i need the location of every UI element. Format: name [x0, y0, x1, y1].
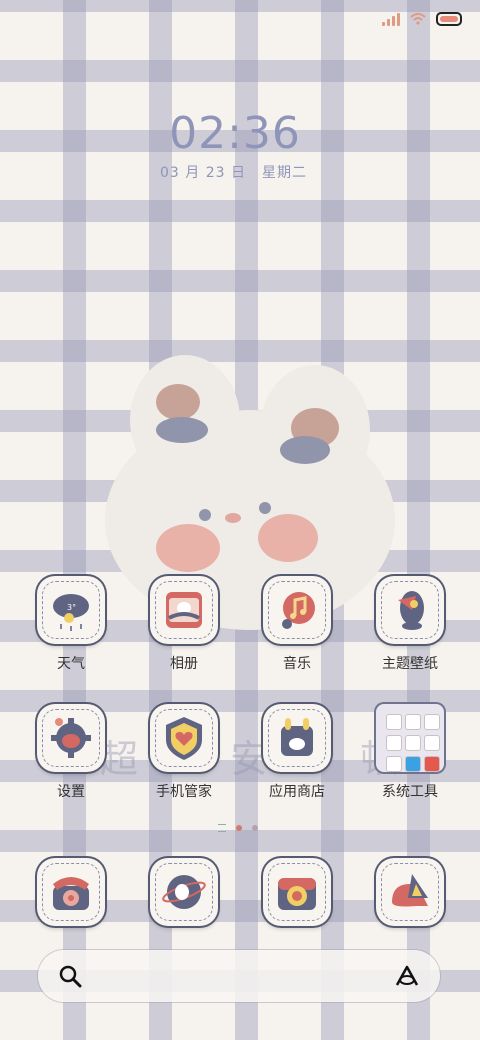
search-bar[interactable]	[38, 950, 440, 1002]
menu-lines-icon[interactable]	[218, 824, 226, 832]
appstore-icon	[263, 704, 331, 772]
messages-icon	[376, 858, 444, 926]
dock-messages[interactable]	[366, 858, 454, 926]
app-label: 天气	[57, 656, 85, 672]
weekday-text: 星期二	[262, 165, 307, 181]
app-settings[interactable]: 设置	[27, 704, 115, 801]
folder-icon	[376, 704, 444, 772]
app-store[interactable]: 应用商店	[253, 704, 341, 801]
app-gallery[interactable]: 相册	[140, 576, 228, 673]
app-folder-tools[interactable]: 系统工具	[366, 704, 454, 801]
status-bar	[382, 12, 462, 26]
app-label: 系统工具	[382, 784, 438, 800]
security-icon	[150, 704, 218, 772]
app-weather[interactable]: 3° 天气	[27, 576, 115, 673]
app-label: 手机管家	[156, 784, 212, 800]
weather-icon: 3°	[37, 576, 105, 644]
page-dot[interactable]	[252, 825, 258, 831]
browser-icon	[150, 858, 218, 926]
page-dot-active[interactable]	[236, 825, 242, 831]
assistant-icon[interactable]	[394, 964, 420, 988]
dock-camera[interactable]	[253, 858, 341, 926]
app-label: 设置	[57, 784, 85, 800]
clock-time[interactable]: 02:36	[0, 108, 470, 159]
app-security[interactable]: 手机管家	[140, 704, 228, 801]
app-label: 主题壁纸	[382, 656, 438, 672]
svg-text:3°: 3°	[67, 603, 76, 612]
page-indicator	[218, 824, 258, 832]
app-music[interactable]: 音乐	[253, 576, 341, 673]
phone-icon	[37, 858, 105, 926]
music-icon	[263, 576, 331, 644]
dock-phone[interactable]	[27, 858, 115, 926]
camera-icon	[263, 858, 331, 926]
app-label: 应用商店	[269, 784, 325, 800]
dock-browser[interactable]	[140, 858, 228, 926]
wifi-icon	[410, 13, 426, 25]
app-label: 相册	[170, 656, 198, 672]
date-text: 03 月 23 日	[160, 165, 246, 181]
battery-icon	[436, 12, 462, 26]
signal-icon	[382, 12, 400, 26]
search-icon[interactable]	[58, 964, 82, 988]
theme-icon	[376, 576, 444, 644]
app-label: 音乐	[283, 656, 311, 672]
settings-icon	[37, 704, 105, 772]
gallery-icon	[150, 576, 218, 644]
app-theme[interactable]: 主题壁纸	[366, 576, 454, 673]
